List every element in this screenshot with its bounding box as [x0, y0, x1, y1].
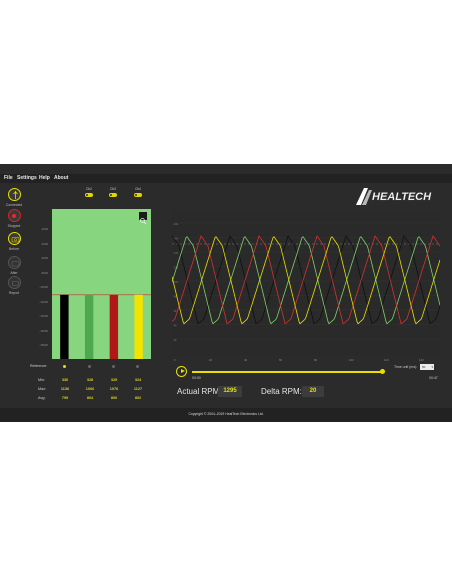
channel-4-toggle[interactable]: Ch4	[131, 187, 145, 197]
playback-slider-handle[interactable]	[380, 369, 385, 374]
stop-button[interactable]: Stopped	[4, 209, 24, 228]
menu-about[interactable]: About	[54, 175, 68, 181]
report-label: Report	[8, 291, 20, 295]
after-label: After	[10, 271, 18, 275]
camera-icon	[7, 232, 21, 245]
wave-x-tick: 0	[174, 358, 176, 362]
wave-x-tick: 140	[419, 358, 424, 362]
avg-value-3: 800	[110, 396, 118, 400]
wave-x-tick: 80	[314, 358, 318, 362]
reference-label: Reference:	[30, 364, 48, 368]
after-button[interactable]: After	[4, 256, 24, 275]
toggle-icon	[109, 193, 117, 197]
wave-y-tick: -2k	[173, 338, 177, 342]
reference-radio-1[interactable]	[63, 365, 66, 368]
min-value-4: 324	[134, 378, 142, 382]
max-value-3: 1076	[109, 387, 119, 391]
before-button[interactable]: Before	[4, 232, 24, 251]
avg-label: Avg:	[38, 396, 46, 400]
min-value-1: 330	[61, 378, 69, 382]
playback-slider-track[interactable]	[192, 371, 382, 373]
bar-y-tick: -18000	[39, 343, 48, 347]
menu-settings[interactable]: Settings	[17, 175, 37, 181]
bar-y-tick: -10000	[39, 285, 48, 289]
toggle-icon	[85, 193, 93, 197]
channel-3-toggle[interactable]: Ch3	[106, 187, 120, 197]
bar-y-tick: -12000	[39, 299, 48, 304]
record-icon	[7, 209, 21, 222]
app-window: File Settings Help About Connected Stopp…	[0, 164, 452, 422]
channel-label: Ch3	[110, 187, 116, 191]
wave-x-tick: 100	[349, 358, 354, 362]
actual-rpm-label: Actual RPM:	[177, 387, 222, 396]
play-button[interactable]	[176, 366, 187, 377]
time-end: 00:47	[429, 376, 438, 380]
max-label: Max:	[38, 387, 47, 391]
reference-radio-4[interactable]	[136, 365, 139, 368]
bar-chart-svg	[52, 209, 151, 359]
toggle-icon	[134, 193, 142, 197]
avg-value-4: 802	[134, 396, 142, 400]
channel-label: Ch4	[135, 187, 141, 191]
before-label: Before	[9, 247, 19, 251]
stopped-label: Stopped	[7, 224, 21, 228]
waveform-svg: -18k-16k-14k-12k-10k-8k-6k-4k-2k	[171, 222, 441, 342]
time-unit-label: Time unit (ms):	[394, 365, 418, 369]
report-button[interactable]: Report	[4, 276, 24, 295]
bar-y-tick: -16000	[39, 328, 48, 333]
actual-rpm-value: 1295	[218, 386, 242, 397]
connection-status: Connected	[4, 188, 24, 207]
wave-x-tick: 60	[279, 358, 283, 362]
wave-y-tick: -14k	[173, 251, 179, 255]
bar-y-tick: -2000	[40, 227, 48, 231]
channel-label: Ch2	[86, 187, 92, 191]
usb-icon	[7, 188, 21, 201]
min-label: Min:	[38, 378, 46, 382]
delta-rpm-label: Delta RPM:	[261, 387, 302, 396]
bar-y-tick: -6000	[40, 256, 48, 260]
waveform-series-1	[171, 235, 441, 325]
wave-y-tick: -18k	[173, 222, 179, 226]
cylinder-bar-4	[134, 294, 143, 359]
cylinder-bar-2	[84, 294, 94, 359]
max-value-4: 1127	[133, 387, 143, 391]
time-unit-select[interactable]: 50	[420, 364, 434, 370]
bar-y-tick: -4000	[40, 241, 48, 246]
waveform-chart: -18k -16k -14k -12k -10k -8k -6k -4k -2k	[171, 211, 441, 356]
menu-file[interactable]: File	[4, 175, 13, 181]
expand-icon[interactable]	[139, 212, 147, 225]
menu-bar: File Settings Help About	[0, 174, 452, 183]
menu-help[interactable]: Help	[39, 175, 50, 181]
wave-x-tick: 20	[209, 358, 213, 362]
connected-label: Connected	[5, 203, 23, 207]
wave-x-tick: 40	[244, 358, 248, 362]
avg-value-2: 804	[86, 396, 94, 400]
camera-icon	[7, 256, 21, 269]
avg-value-1: 799	[61, 396, 69, 400]
bar-y-tick: -8000	[40, 270, 48, 275]
time-start: 00:00	[192, 376, 201, 380]
max-value-2: 1066	[85, 387, 95, 391]
healtech-logo: HEALTECH	[356, 188, 432, 205]
copyright-text: Copyright © 2004–2019 HealTech Electroni…	[188, 412, 264, 416]
cylinder-bar-1	[60, 294, 69, 359]
max-value-1: 1136	[60, 387, 70, 391]
wave-x-tick: 120	[384, 358, 389, 362]
reference-radio-3[interactable]	[112, 365, 115, 368]
footer: Copyright © 2004–2019 HealTech Electroni…	[0, 408, 452, 422]
delta-rpm-value: 20	[302, 386, 324, 397]
cylinder-bar-3	[109, 294, 119, 359]
min-value-2: 328	[86, 378, 94, 382]
reference-radio-2[interactable]	[88, 365, 91, 368]
vacuum-bar-chart	[52, 209, 151, 359]
channel-2-toggle[interactable]: Ch2	[82, 187, 96, 197]
report-icon	[7, 276, 21, 289]
logo-text: HEALTECH	[372, 191, 432, 203]
min-value-3: 325	[110, 378, 118, 382]
wave-y-tick: -4k	[173, 324, 177, 328]
bar-y-tick: -14000	[39, 314, 48, 318]
